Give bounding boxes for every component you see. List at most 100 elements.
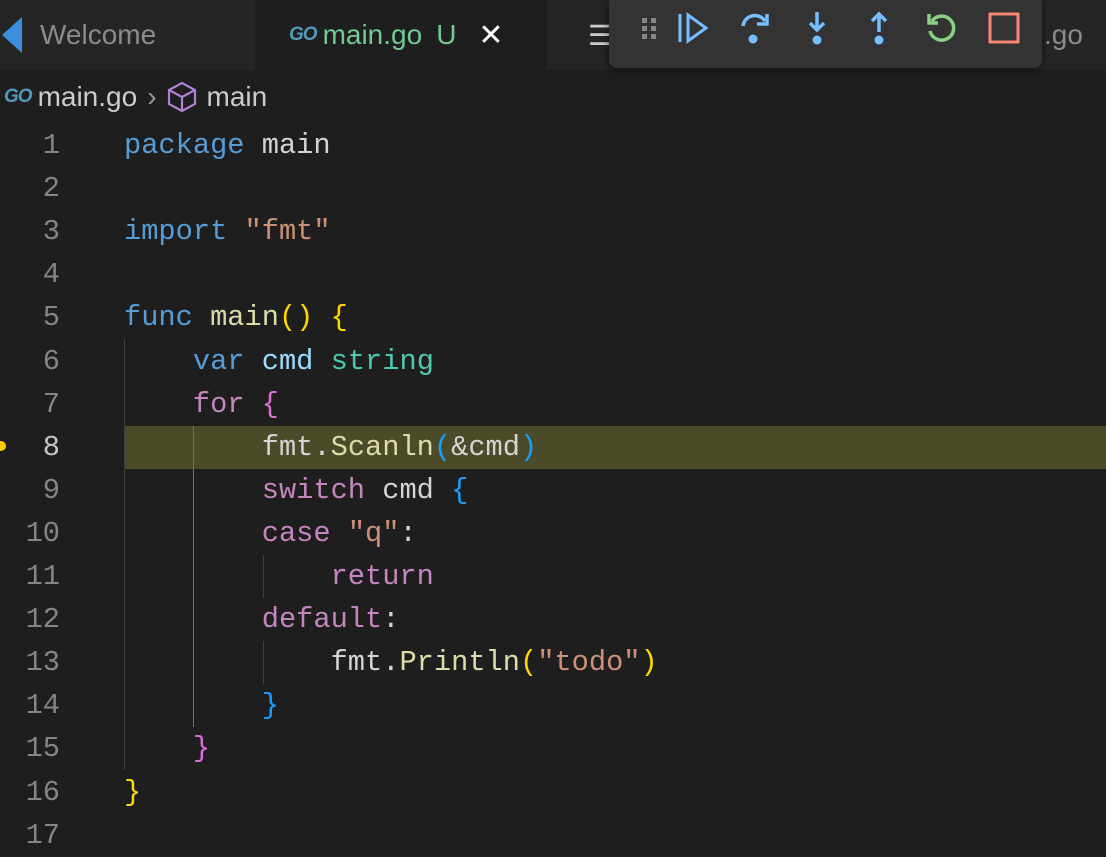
tab-welcome[interactable]: Welcome [0,0,252,70]
code-line[interactable]: 7 for { [0,383,1106,426]
code-token: fmt [261,430,314,464]
code-line[interactable]: 14 } [0,684,1106,727]
code-token: import [124,215,228,249]
untracked-badge: U [436,19,457,50]
code-line[interactable]: 17 [0,814,1106,857]
code-token: "todo" [537,646,641,680]
code-line[interactable]: 13 fmt.Println("todo") [0,641,1106,684]
code-token: main [244,129,331,162]
line-number[interactable]: 6 [43,340,60,383]
restart-icon[interactable] [921,10,961,46]
tab-main-go[interactable]: GO main.go U ✕ [255,0,547,70]
code-token: fmt [330,646,383,680]
breadcrumb-file[interactable]: main.go [38,81,138,113]
code-token: "fmt" [244,215,331,249]
stop-icon[interactable] [984,10,1024,46]
code-line[interactable]: 5 func main() { [0,296,1106,339]
code-token: : [382,603,400,637]
line-number[interactable]: 13 [26,641,60,684]
code-line[interactable]: 2 [0,167,1106,210]
code-line[interactable]: 16} [0,771,1106,814]
code-token: . [313,430,331,464]
line-number[interactable]: 7 [43,383,60,426]
cube-icon [167,81,196,113]
continue-icon[interactable] [673,10,713,46]
line-number[interactable]: 17 [26,814,60,857]
code-text: func main() { [124,296,348,339]
tab-label: Welcome [40,19,157,50]
code-line[interactable]: 4 [0,253,1106,296]
code-token: () [278,301,314,335]
code-token: } [124,775,142,809]
drag-handle-icon[interactable] [629,10,669,46]
code-text: fmt.Println("todo") [124,641,658,684]
code-text: package main [124,124,331,167]
code-token: . [382,646,400,680]
close-icon[interactable]: ✕ [478,18,503,53]
code-text: fmt.Scanln(&cmd) [124,426,537,469]
code-line[interactable]: 11 return [0,555,1106,598]
code-token: main [210,301,279,335]
code-token: package [124,129,245,162]
code-line[interactable]: 1 package main [0,124,1106,167]
code-text: } [124,727,210,770]
code-token: Println [399,646,520,680]
line-number[interactable]: 4 [43,253,60,296]
code-line[interactable]: 6 var cmd string [0,340,1106,383]
code-line[interactable]: 8 fmt.Scanln(&cmd) [0,426,1106,469]
tab-label: .go [1044,19,1083,50]
code-token: ( [519,646,538,680]
line-number[interactable]: 10 [26,512,60,555]
code-token: { [451,473,469,507]
code-token: var [192,344,245,378]
line-number[interactable]: 11 [26,555,60,598]
line-number[interactable]: 9 [43,469,60,512]
code-token: Scanln [330,430,434,464]
code-line[interactable]: 15 } [0,727,1106,770]
code-text: switch cmd { [124,469,469,512]
step-over-icon[interactable] [735,10,775,46]
code-token: cmd [261,344,314,378]
code-token: ) [640,646,658,680]
line-number[interactable]: 16 [26,771,60,814]
code-text: default: [124,598,400,641]
code-line[interactable]: 10 case "q": [0,512,1106,555]
step-into-icon[interactable] [797,10,837,46]
code-line[interactable]: 3 import "fmt" [0,210,1106,253]
code-line[interactable]: 9 switch cmd { [0,469,1106,512]
line-number[interactable]: 15 [26,727,60,770]
debug-toolbar [609,0,1042,68]
line-number[interactable]: 2 [43,167,60,210]
vscode-logo-icon [2,17,22,53]
breadcrumb-symbol[interactable]: main [207,81,268,113]
step-out-icon[interactable] [859,10,899,46]
code-text: } [124,771,141,814]
code-token: "q" [347,516,400,550]
line-number[interactable]: 3 [43,210,60,253]
code-text: } [124,684,279,727]
code-token: string [330,344,434,378]
line-number[interactable]: 12 [26,598,60,641]
code-token: &cmd [451,430,520,464]
code-line[interactable]: 12 default: [0,598,1106,641]
line-number[interactable]: 1 [43,124,60,167]
line-number[interactable]: 14 [26,684,60,727]
line-number[interactable]: 8 [43,426,60,469]
code-token: } [261,689,279,723]
code-token: } [192,732,211,766]
line-number[interactable]: 5 [43,296,60,339]
